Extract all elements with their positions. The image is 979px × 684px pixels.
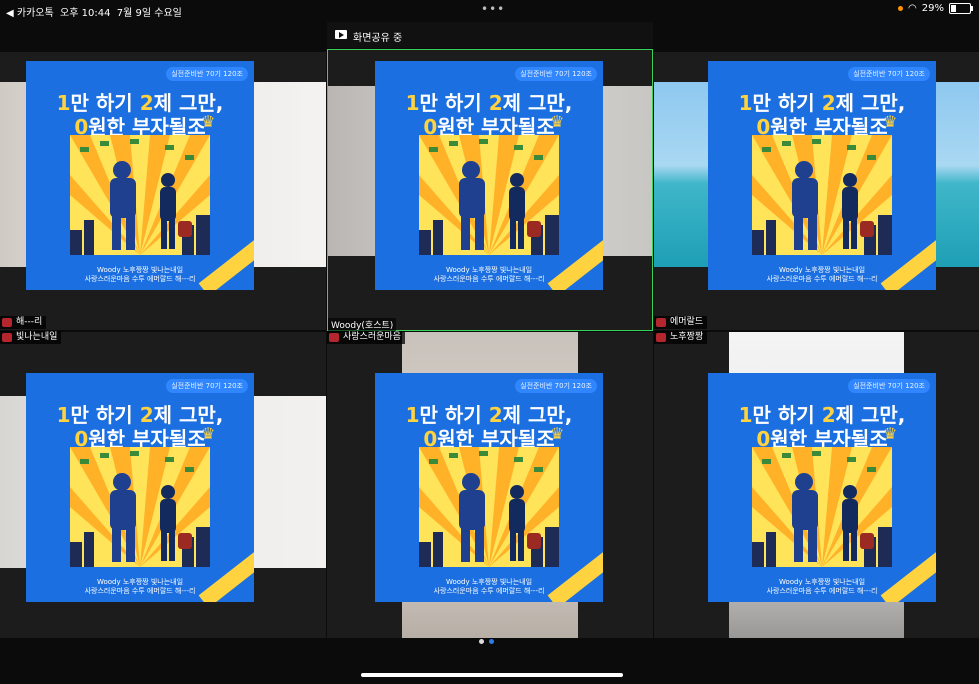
avatar [2, 318, 12, 327]
multitasking-dots[interactable]: ••• [481, 2, 505, 16]
poster-illustration [70, 135, 210, 255]
poster-tag: 실전준비반 70기 120조 [515, 379, 597, 393]
crown-icon: ♛ [201, 112, 216, 131]
back-to-app[interactable]: ◀ 카카오톡 [6, 8, 54, 19]
battery-icon [949, 3, 973, 14]
poster-illustration [752, 135, 892, 255]
status-time: 오후 10:44 [60, 8, 111, 19]
poster-tag: 실전준비반 70기 120조 [515, 67, 597, 81]
poster-illustration [752, 447, 892, 567]
host-name-label: Woody(호스트) [328, 318, 397, 331]
poster-members-2: 사랑스러운마음 수투 에머랄드 해---리 [433, 587, 545, 595]
poster-image: 실전준비반 70기 120조 1만 하기 2제 그만, 0원한 부자될조 ♛ W… [26, 61, 254, 290]
crown-icon: ♛ [883, 112, 898, 131]
poster-image: 실전준비반 70기 120조 1만 하기 2제 그만, 0원한 부자될조 ♛ W… [26, 373, 254, 602]
poster-illustration [70, 447, 210, 567]
poster-illustration [419, 447, 559, 567]
poster-tag: 실전준비반 70기 120조 [166, 379, 248, 393]
poster-image: 실전준비반 70기 120조 1만 하기 2제 그만, 0원한 부자될조 ♛ W… [375, 373, 603, 602]
poster-illustration [419, 135, 559, 255]
avatar [656, 318, 666, 327]
poster-members-2: 사랑스러운마음 수투 에머랄드 해---리 [84, 275, 196, 283]
wifi-icon: ◠ [908, 3, 917, 14]
poster-members-2: 사랑스러운마음 수투 에머랄드 해---리 [433, 275, 545, 283]
screen-share-label: 화면공유 중 [353, 33, 403, 44]
poster-image: 실전준비반 70기 120조 1만 하기 2제 그만, 0원한 부자될조 ♛ W… [708, 61, 936, 290]
screen-share-banner[interactable]: 화면공유 중 [327, 22, 653, 48]
battery-percent: 29% [921, 3, 944, 14]
status-bar: ◀ 카카오톡 오후 10:44 7월 9일 수요일 ••• ◠ 29% [0, 0, 979, 20]
poster-image: 실전준비반 70기 120조 1만 하기 2제 그만, 0원한 부자될조 ♛ W… [708, 373, 936, 602]
poster-tag: 실전준비반 70기 120조 [848, 67, 930, 81]
avatar [656, 333, 666, 342]
participant-name: 노후짱짱 [654, 331, 708, 344]
participant-name: 에머랄드 [654, 316, 708, 329]
page-indicator[interactable] [479, 639, 494, 644]
poster-members-2: 사랑스러운마음 수투 에머랄드 해---리 [84, 587, 196, 595]
crown-icon: ♛ [883, 424, 898, 443]
crown-icon: ♛ [550, 112, 565, 131]
page-dot[interactable] [479, 639, 484, 644]
crown-icon: ♛ [201, 424, 216, 443]
avatar [2, 333, 12, 342]
poster-tag: 실전준비반 70기 120조 [848, 379, 930, 393]
status-date: 7월 9일 수요일 [116, 8, 182, 19]
page-dot[interactable] [489, 639, 494, 644]
home-indicator[interactable] [361, 673, 623, 677]
crown-icon: ♛ [550, 424, 565, 443]
avatar [329, 333, 339, 342]
poster-image: 실전준비반 70기 120조 1만 하기 2제 그만, 0원한 부자될조 ♛ W… [375, 61, 603, 290]
mic-indicator-icon [898, 6, 904, 11]
poster-members-2: 사랑스러운마음 수투 에머랄드 해---리 [766, 587, 878, 595]
poster-tag: 실전준비반 70기 120조 [166, 67, 248, 81]
screen-share-icon [335, 30, 347, 39]
participant-name: 해---리 [0, 316, 47, 329]
poster-members-2: 사랑스러운마음 수투 에머랄드 해---리 [766, 275, 878, 283]
participant-name: 빛나는내일 [0, 331, 62, 344]
participant-name: 사랑스러운마음 [327, 331, 405, 344]
